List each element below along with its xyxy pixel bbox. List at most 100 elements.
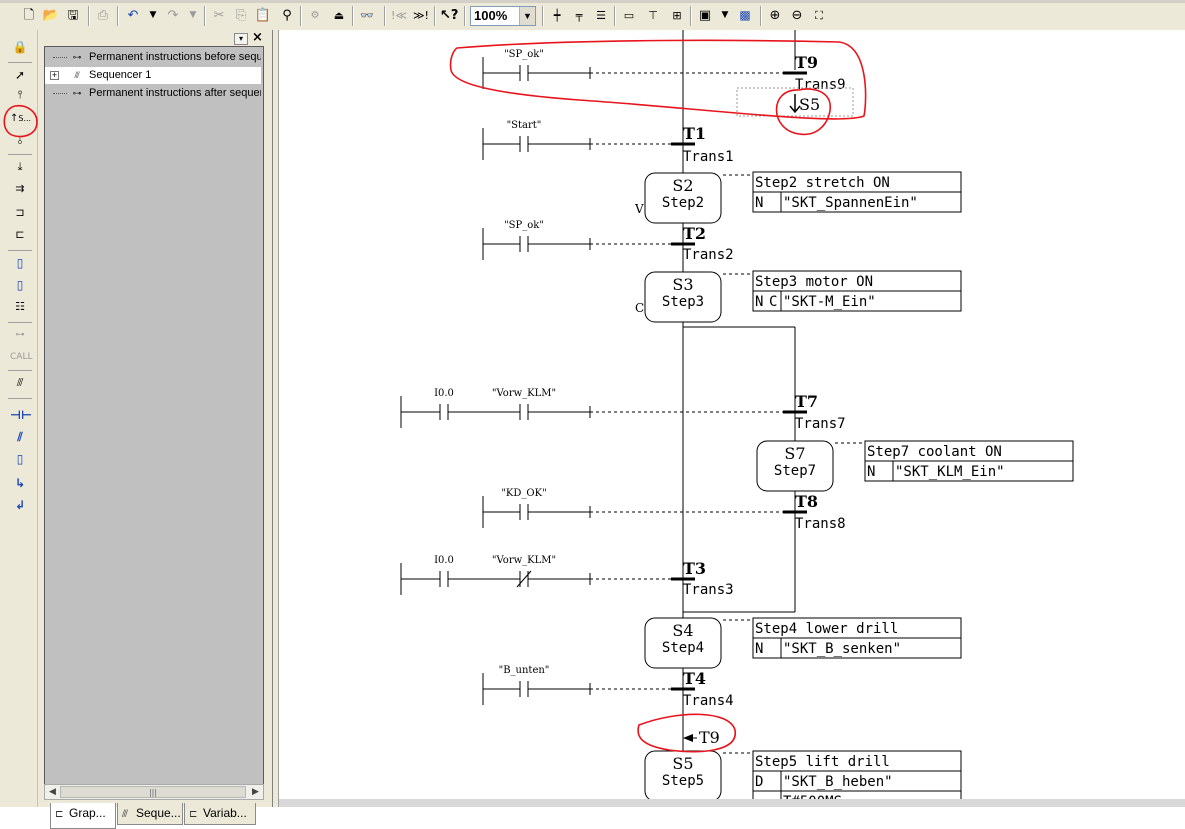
help-icon[interactable]: ↖? — [440, 7, 458, 24]
transition-id: T1 — [683, 124, 706, 143]
contact-label: "Vorw_KLM" — [492, 388, 556, 399]
close-icon[interactable]: × — [251, 31, 264, 44]
left-toolbar-separator — [8, 250, 32, 251]
tree-item-sequencer[interactable]: + ⫻ Sequencer 1 — [45, 67, 261, 84]
transition-view-icon[interactable]: ╤ — [570, 7, 588, 24]
toolbar-separator — [352, 6, 354, 26]
permanent-instruction-icon: ⊶ — [72, 52, 82, 62]
jump-back-icon[interactable]: ↲ — [10, 496, 30, 514]
tree-item-label: Permanent instructions after sequenc — [89, 87, 261, 99]
sim-branch-icon[interactable]: ⇉ — [10, 180, 30, 198]
tab-variables[interactable]: ⊏ Variab... — [184, 803, 256, 825]
step-id: S7 — [784, 444, 805, 463]
sequencer-graph-canvas[interactable]: "SP_ok" T9 Trans9 S5 "Start" T1 Trans1 "SP_ok" T… — [279, 30, 1185, 807]
open-icon[interactable]: 📂 — [42, 7, 60, 24]
copy-icon[interactable]: ⎘ — [232, 7, 250, 24]
undo-dropdown-icon[interactable]: ▼ — [144, 7, 162, 24]
tree-item-permanent-after[interactable]: ⊶ Permanent instructions after sequenc — [45, 85, 261, 102]
step-comment: Step2 stretch ON — [755, 175, 890, 191]
download-icon[interactable]: ⏏ — [330, 7, 348, 24]
tab-label: Variab... — [203, 806, 247, 820]
paste-icon[interactable]: 📋 — [254, 7, 272, 24]
address-icon[interactable]: ⊤ — [644, 7, 662, 24]
tree-item-permanent-before[interactable]: ⊶ Permanent instructions before seque — [45, 49, 261, 66]
overview-icon[interactable]: ▩ — [736, 7, 754, 24]
tree-line — [53, 93, 67, 95]
panel-horizontal-scrollbar[interactable]: ◀ ||| ▶ — [44, 784, 264, 800]
contact-nc-icon[interactable]: ⫽ — [10, 428, 30, 446]
panel-splitter[interactable] — [270, 30, 279, 807]
display-icon[interactable]: ▣ — [696, 7, 714, 24]
contact-label: "Start" — [507, 120, 542, 131]
zoom-out-icon[interactable]: ⊖ — [788, 7, 806, 24]
sequencer-tree: ⊶ Permanent instructions before seque + … — [44, 46, 264, 786]
box-icon[interactable]: ▯ — [10, 450, 30, 468]
lock-icon[interactable]: 🔒 — [10, 38, 30, 56]
jump-icon[interactable]: ≫! — [412, 7, 430, 24]
pin-icon[interactable]: ▾ — [234, 33, 248, 45]
compile-icon[interactable]: ⚙ — [306, 7, 324, 24]
go-to-icon[interactable]: !≪ — [390, 7, 408, 24]
transition-id: T2 — [683, 224, 706, 243]
instruction-box-icon[interactable]: ▯ — [10, 254, 30, 272]
print-icon[interactable]: ⎙ — [94, 7, 112, 24]
scroll-right-icon[interactable]: ▶ — [248, 785, 263, 799]
tree-line — [53, 57, 67, 59]
chevron-down-icon[interactable]: ▼ — [519, 7, 535, 25]
toolbar-separator — [384, 6, 386, 26]
save-icon[interactable]: 🖫 — [64, 7, 82, 24]
jump-in-label: T9 — [699, 728, 720, 747]
transition-name: Trans1 — [683, 149, 734, 165]
contact-label: "SP_ok" — [504, 49, 544, 60]
scroll-thumb[interactable]: ||| — [60, 786, 246, 798]
table-icon[interactable]: ☷ — [10, 298, 30, 316]
find-icon[interactable]: ⚲ — [278, 7, 296, 24]
action-qualifier: D — [755, 774, 763, 790]
contact-label: "SP_ok" — [504, 220, 544, 231]
transition-name: Trans8 — [795, 516, 846, 532]
select-icon[interactable]: ➚ — [10, 66, 30, 84]
contact-no-icon[interactable]: ⊣⊢ — [10, 406, 32, 424]
new-icon[interactable]: 🗋 — [20, 7, 38, 24]
step-view-icon[interactable]: ┿ — [548, 7, 566, 24]
splitter-line — [272, 30, 273, 807]
sequencer-icon[interactable]: ⫻ — [10, 374, 30, 392]
toolbar-separator — [690, 6, 692, 26]
contact-label: I0.0 — [434, 555, 454, 566]
variables-tab-icon: ⊏ — [189, 809, 198, 820]
transition-name: Trans4 — [683, 693, 734, 709]
cut-icon[interactable]: ✂ — [210, 7, 228, 24]
contact-label: I0.0 — [434, 388, 454, 399]
toolbar-separator — [88, 6, 90, 26]
monitor-icon[interactable]: 👓 — [358, 7, 376, 24]
scroll-left-icon[interactable]: ◀ — [45, 785, 60, 799]
instruction-before-icon[interactable]: ▯ — [10, 276, 30, 294]
step-comment: Step3 motor ON — [755, 274, 873, 290]
display-dropdown-icon[interactable]: ▼ — [716, 7, 734, 24]
fit-icon[interactable]: ⛶ — [810, 7, 828, 24]
close-branch-icon[interactable]: ⊐ — [10, 204, 30, 222]
coil-icon[interactable]: ↳ — [10, 474, 30, 492]
transition-id: T7 — [795, 392, 818, 411]
contact-label: "B_unten" — [499, 665, 550, 676]
zoom-dropdown[interactable]: 100% ▼ — [470, 6, 536, 26]
tab-sequencer[interactable]: ⫻ Seque... — [117, 803, 183, 825]
insert-step-icon[interactable]: ⊏ — [10, 226, 30, 244]
call-icon[interactable]: CALL — [10, 348, 32, 366]
step-id: S2 — [672, 176, 693, 195]
redo-icon[interactable]: ↷ — [164, 7, 182, 24]
layout-icon[interactable]: ⊞ — [668, 7, 686, 24]
comment-icon[interactable]: ▭ — [620, 7, 638, 24]
instruction-after-icon[interactable]: ⊶ — [10, 326, 30, 344]
permanent-view-icon[interactable]: ☰ — [592, 7, 610, 24]
transition-id: T9 — [795, 53, 818, 72]
toolbar-separator — [760, 6, 762, 26]
transition-name: Trans2 — [683, 247, 734, 263]
alt-branch-icon[interactable]: ⤓ — [10, 158, 30, 176]
toolbar-separator — [117, 6, 119, 26]
undo-icon[interactable]: ↶ — [124, 7, 142, 24]
left-toolbar-separator — [8, 322, 32, 323]
zoom-in-icon[interactable]: ⊕ — [766, 7, 784, 24]
redo-dropdown-icon[interactable]: ▼ — [184, 7, 202, 24]
expand-icon[interactable]: + — [50, 71, 59, 80]
